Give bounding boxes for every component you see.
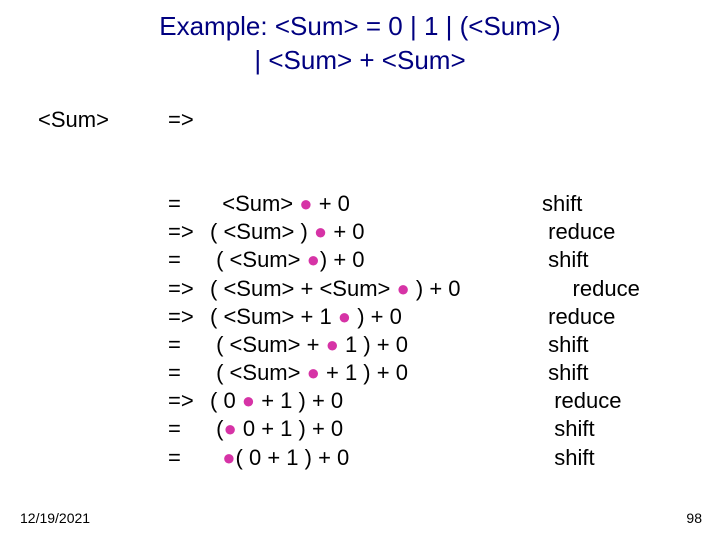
expr-pre: ( <Sum> ) [210,219,314,244]
expr-pre: ( [210,416,223,441]
action: reduce [542,218,672,246]
derivation-row: = (● 0 + 1 ) + 0 shift [168,415,672,443]
derivation-block: = <Sum> ● + 0 shift => ( <Sum> ) ● + 0 r… [168,190,672,472]
title-line-1: Example: <Sum> = 0 | 1 | (<Sum>) [159,11,561,41]
expr-post: 1 ) + 0 [339,332,408,357]
derivation-row: => ( <Sum> + <Sum> ● ) + 0 reduce [168,275,672,303]
arrow: => [168,275,210,303]
action: reduce [542,387,672,415]
expr-post: 0 + 1 ) + 0 [237,416,343,441]
arrow: => [168,218,210,246]
arrow: = [168,246,210,274]
action: reduce [542,275,672,303]
expression: ( <Sum> + <Sum> ● ) + 0 [210,275,542,303]
footer-date: 12/19/2021 [20,510,90,526]
expression: ( 0 ● + 1 ) + 0 [210,387,542,415]
expression: ( <Sum> ● + 1 ) + 0 [210,359,542,387]
arrow: = [168,444,210,472]
start-symbol-row: <Sum> => [38,106,672,134]
expr-post: ) + 0 [320,247,365,272]
cursor-dot-icon: ● [299,191,312,216]
derivation-row: = ( <Sum> + ● 1 ) + 0 shift [168,331,672,359]
derivation-row: = ( <Sum> ●) + 0 shift [168,246,672,274]
derivation-row: => ( <Sum> ) ● + 0 reduce [168,218,672,246]
expression: ( <Sum> ●) + 0 [210,246,542,274]
title-line-2: | <Sum> + <Sum> [254,45,465,75]
derivation-row: = ●( 0 + 1 ) + 0 shift [168,444,672,472]
expr-post: ( 0 + 1 ) + 0 [236,445,350,470]
expression: (● 0 + 1 ) + 0 [210,415,542,443]
cursor-dot-icon: ● [222,445,235,470]
cursor-dot-icon: ● [307,247,320,272]
action: shift [542,190,672,218]
start-arrow: => [168,106,194,134]
slide: Example: <Sum> = 0 | 1 | (<Sum>) | <Sum>… [0,0,720,540]
expr-pre: ( 0 [210,388,242,413]
expr-post: ) + 0 [410,276,461,301]
cursor-dot-icon: ● [223,416,236,441]
expr-pre [210,445,222,470]
derivation-row: => ( 0 ● + 1 ) + 0 reduce [168,387,672,415]
arrow: = [168,331,210,359]
action: shift [542,246,672,274]
expr-pre: ( <Sum> + <Sum> [210,276,396,301]
derivation-row: = ( <Sum> ● + 1 ) + 0 shift [168,359,672,387]
arrow: => [168,387,210,415]
footer-page-number: 98 [686,510,702,526]
cursor-dot-icon: ● [338,304,351,329]
arrow: = [168,190,210,218]
expression: ●( 0 + 1 ) + 0 [210,444,542,472]
start-lhs: <Sum> [38,106,168,134]
slide-body: <Sum> => = <Sum> ● + 0 shift => ( <Sum> … [38,106,672,472]
expr-post: ) + 0 [351,304,402,329]
expression: ( <Sum> + ● 1 ) + 0 [210,331,542,359]
cursor-dot-icon: ● [396,276,409,301]
cursor-dot-icon: ● [326,332,339,357]
derivation-row: => ( <Sum> + 1 ● ) + 0 reduce [168,303,672,331]
expr-post: + 0 [327,219,364,244]
expr-post: + 1 ) + 0 [255,388,343,413]
action: shift [542,444,672,472]
expr-post: + 1 ) + 0 [320,360,408,385]
expr-post: + 0 [313,191,350,216]
expression: ( <Sum> ) ● + 0 [210,218,542,246]
cursor-dot-icon: ● [314,219,327,244]
action: reduce [542,303,672,331]
arrow: => [168,303,210,331]
arrow: = [168,415,210,443]
expression: ( <Sum> + 1 ● ) + 0 [210,303,542,331]
expr-pre: <Sum> [210,191,299,216]
action: shift [542,415,672,443]
slide-title: Example: <Sum> = 0 | 1 | (<Sum>) | <Sum>… [0,0,720,78]
arrow: = [168,359,210,387]
derivation-row: = <Sum> ● + 0 shift [168,190,672,218]
cursor-dot-icon: ● [242,388,255,413]
expression: <Sum> ● + 0 [210,190,542,218]
expr-pre: ( <Sum> [210,360,307,385]
expr-pre: ( <Sum> + 1 [210,304,338,329]
expr-pre: ( <Sum> + [210,332,326,357]
action: shift [542,359,672,387]
action: shift [542,331,672,359]
expr-pre: ( <Sum> [210,247,307,272]
cursor-dot-icon: ● [307,360,320,385]
